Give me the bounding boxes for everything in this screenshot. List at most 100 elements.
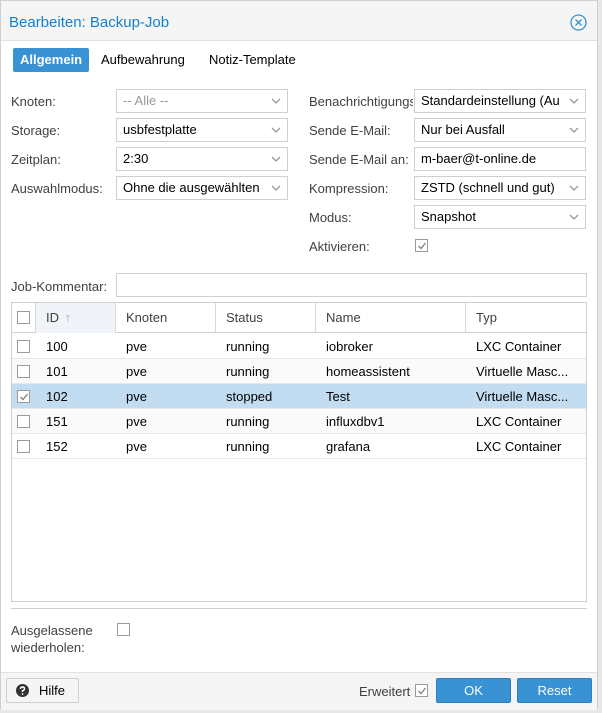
question-icon xyxy=(16,684,29,697)
zeitplan-label: Zeitplan: xyxy=(11,152,61,167)
chevron-down-icon[interactable] xyxy=(563,206,585,228)
chevron-down-icon[interactable] xyxy=(265,177,287,199)
row-checkbox[interactable] xyxy=(17,415,30,428)
chevron-down-icon[interactable] xyxy=(563,90,585,112)
modus-label: Modus: xyxy=(309,210,352,225)
dialog-footer: Hilfe Erweitert OK Reset xyxy=(1,672,597,710)
cell-knoten: pve xyxy=(126,414,147,429)
column-header-id[interactable]: ID ↑ xyxy=(36,303,116,333)
cell-typ: Virtuelle Masc... xyxy=(476,364,569,379)
sende-email-value: Nur bei Ausfall xyxy=(421,122,505,137)
storage-select[interactable]: usbfestplatte xyxy=(116,118,288,142)
cell-typ: LXC Container xyxy=(476,439,562,454)
ok-button[interactable]: OK xyxy=(436,678,511,703)
cell-knoten: pve xyxy=(126,339,147,354)
help-button[interactable]: Hilfe xyxy=(6,678,79,703)
kompression-select[interactable]: ZSTD (schnell und gut) xyxy=(414,176,586,200)
job-kommentar-input[interactable] xyxy=(116,273,587,297)
advanced-label: Erweitert xyxy=(359,684,411,699)
repeat-missed-label-line1: Ausgelassene xyxy=(11,623,93,638)
row-checkbox[interactable] xyxy=(17,440,30,453)
select-all-cell xyxy=(12,303,36,333)
dialog-titlebar: Bearbeiten: Backup-Job xyxy=(1,1,597,41)
dialog-title: Bearbeiten: Backup-Job xyxy=(9,14,170,31)
checkmark-icon xyxy=(20,393,29,401)
table-row[interactable]: 100 pve running iobroker LXC Container xyxy=(12,334,586,359)
cell-knoten: pve xyxy=(126,439,147,454)
checkmark-icon xyxy=(418,242,427,250)
column-header-name[interactable]: Name xyxy=(316,303,466,333)
guest-grid: ID ↑ Knoten Status Name Typ 100 pve runn… xyxy=(11,302,587,602)
cell-typ: LXC Container xyxy=(476,339,562,354)
tab-notiz-template[interactable]: Notiz-Template xyxy=(202,48,303,72)
cell-knoten: pve xyxy=(126,364,147,379)
sende-email-an-label: Sende E-Mail an: xyxy=(309,152,409,167)
knoten-placeholder: -- Alle -- xyxy=(123,93,169,108)
aktivieren-label: Aktivieren: xyxy=(309,239,370,254)
cell-name: Test xyxy=(326,389,350,404)
table-row[interactable]: 101 pve running homeassistent Virtuelle … xyxy=(12,359,586,384)
chevron-down-icon[interactable] xyxy=(265,119,287,141)
cell-typ: LXC Container xyxy=(476,414,562,429)
sort-ascending-icon: ↑ xyxy=(64,310,72,325)
knoten-label: Knoten: xyxy=(11,94,56,109)
kompression-value: ZSTD (schnell und gut) xyxy=(421,180,555,195)
benachrichtigung-value: Standardeinstellung (Au xyxy=(421,93,560,108)
row-checkbox[interactable] xyxy=(17,340,30,353)
chevron-down-icon[interactable] xyxy=(265,148,287,170)
row-checkbox[interactable] xyxy=(17,365,30,378)
modus-select[interactable]: Snapshot xyxy=(414,205,586,229)
table-row[interactable]: 102 pve stopped Test Virtuelle Masc... xyxy=(12,384,586,409)
cell-status: running xyxy=(226,414,270,429)
cell-name: influxdbv1 xyxy=(326,414,385,429)
cell-name: iobroker xyxy=(326,339,373,354)
table-row[interactable]: 152 pve running grafana LXC Container xyxy=(12,434,586,459)
storage-value: usbfestplatte xyxy=(123,122,197,137)
sende-email-an-input[interactable]: m-baer@t-online.de xyxy=(414,147,586,171)
column-header-id-label: ID xyxy=(46,310,59,325)
repeat-missed-label-line2: wiederholen: xyxy=(11,640,85,655)
column-header-knoten[interactable]: Knoten xyxy=(116,303,216,333)
cell-id: 100 xyxy=(46,339,68,354)
table-row[interactable]: 151 pve running influxdbv1 LXC Container xyxy=(12,409,586,434)
cell-name: grafana xyxy=(326,439,371,454)
cell-id: 151 xyxy=(46,414,68,429)
column-header-status[interactable]: Status xyxy=(216,303,316,333)
sende-email-label: Sende E-Mail: xyxy=(309,123,391,138)
select-all-checkbox[interactable] xyxy=(17,311,30,324)
cell-status: running xyxy=(226,439,270,454)
cell-status: running xyxy=(226,339,270,354)
benachrichtigung-select[interactable]: Standardeinstellung (Au xyxy=(414,89,586,113)
aktivieren-checkbox[interactable] xyxy=(415,239,428,252)
help-button-label: Hilfe xyxy=(39,683,66,698)
reset-button[interactable]: Reset xyxy=(517,678,592,703)
cell-typ: Virtuelle Masc... xyxy=(476,389,569,404)
repeat-missed-checkbox[interactable] xyxy=(117,623,130,636)
divider xyxy=(11,608,587,609)
cell-status: running xyxy=(226,364,270,379)
chevron-down-icon[interactable] xyxy=(563,177,585,199)
zeitplan-select[interactable]: 2:30 xyxy=(116,147,288,171)
grid-header: ID ↑ Knoten Status Name Typ xyxy=(12,303,586,333)
sende-email-an-value: m-baer@t-online.de xyxy=(421,151,537,166)
row-checkbox[interactable] xyxy=(17,390,30,403)
cell-id: 101 xyxy=(46,364,68,379)
advanced-checkbox[interactable] xyxy=(415,684,428,697)
cell-id: 152 xyxy=(46,439,68,454)
chevron-down-icon[interactable] xyxy=(265,90,287,112)
sende-email-select[interactable]: Nur bei Ausfall xyxy=(414,118,586,142)
auswahlmodus-select[interactable]: Ohne die ausgewählten xyxy=(116,176,288,200)
column-header-typ[interactable]: Typ xyxy=(466,303,586,333)
storage-label: Storage: xyxy=(11,123,61,138)
close-icon[interactable] xyxy=(570,14,587,31)
cell-knoten: pve xyxy=(126,389,147,404)
cell-id: 102 xyxy=(46,389,68,404)
zeitplan-value: 2:30 xyxy=(123,151,149,166)
cell-name: homeassistent xyxy=(326,364,410,379)
tab-allgemein[interactable]: Allgemein xyxy=(13,48,90,72)
auswahlmodus-value: Ohne die ausgewählten xyxy=(123,180,260,195)
checkmark-icon xyxy=(418,687,427,695)
chevron-down-icon[interactable] xyxy=(563,119,585,141)
tab-aufbewahrung[interactable]: Aufbewahrung xyxy=(94,48,192,72)
knoten-select[interactable]: -- Alle -- xyxy=(116,89,288,113)
